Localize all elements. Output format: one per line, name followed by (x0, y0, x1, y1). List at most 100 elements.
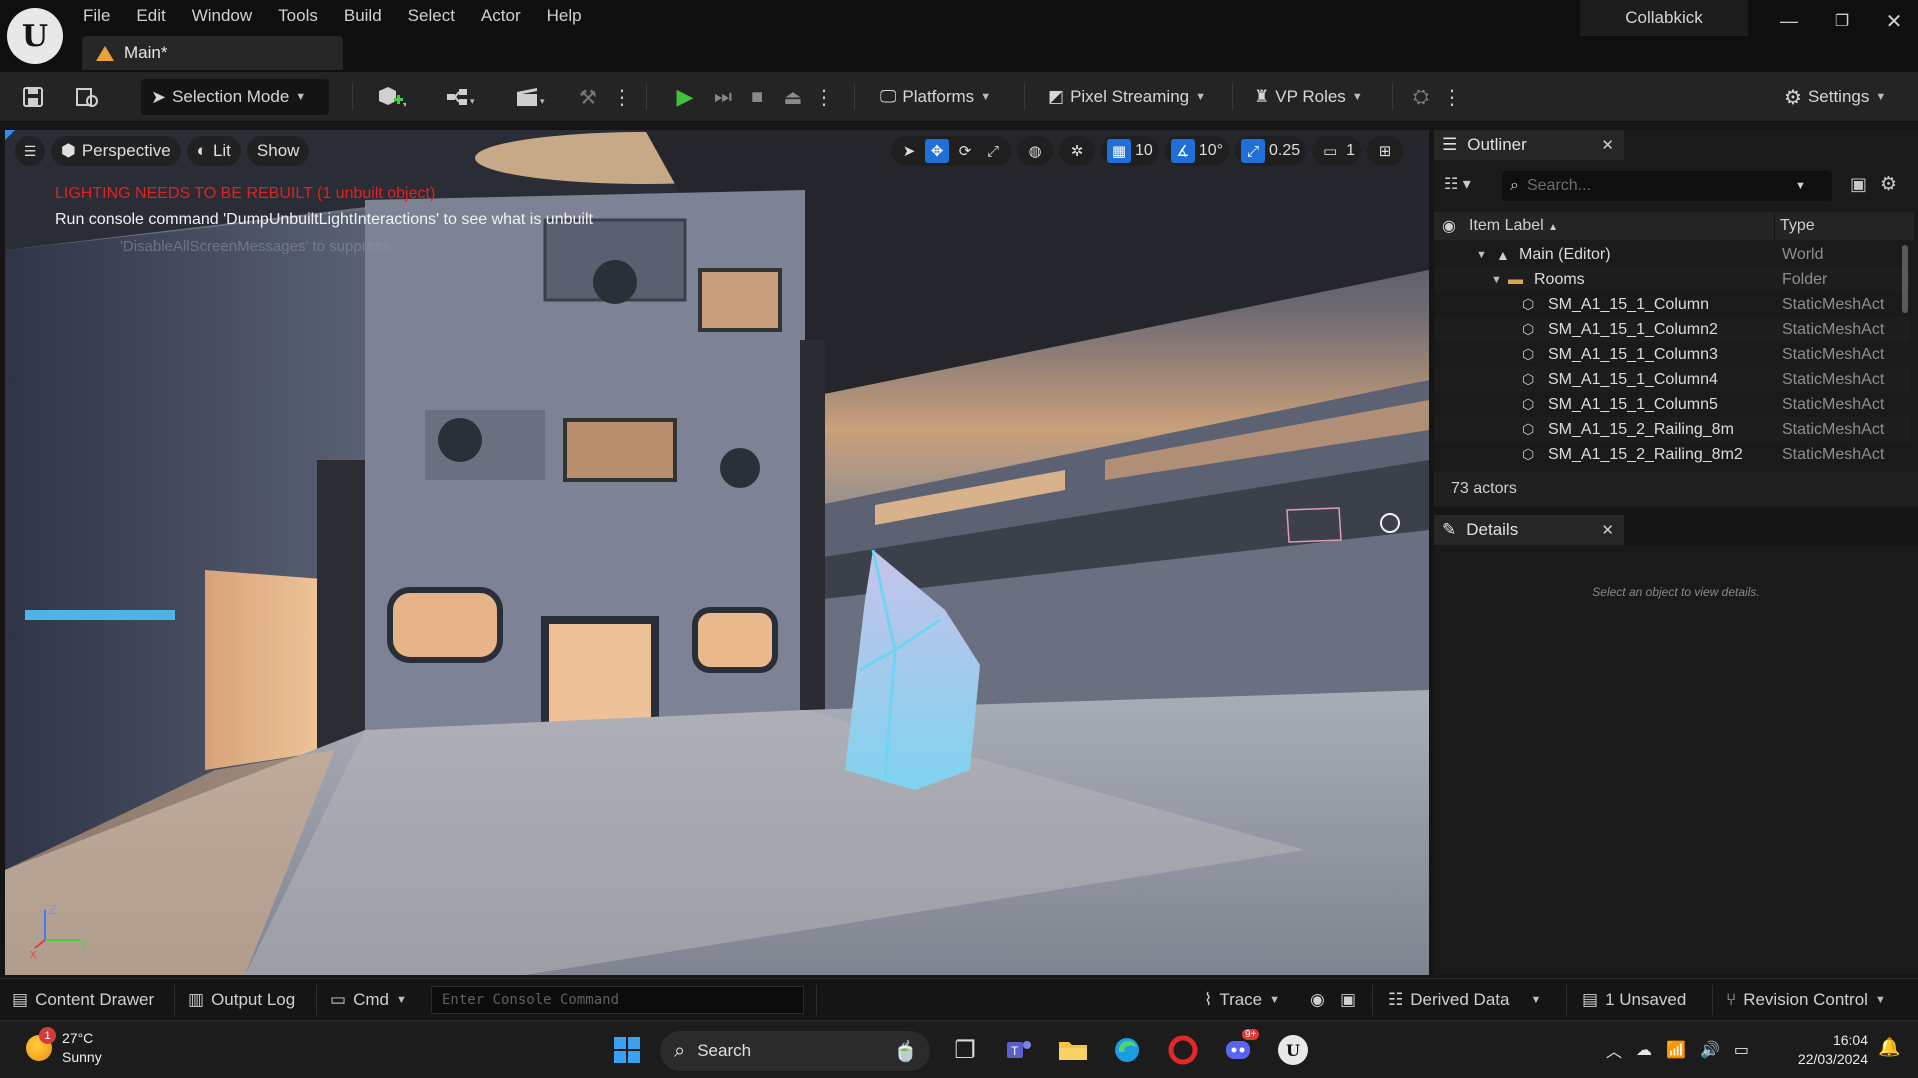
advance-frame-icon[interactable]: ⏭ (708, 82, 738, 112)
outliner-search[interactable]: ⌕ ▼ (1502, 171, 1832, 201)
menu-build[interactable]: Build (331, 4, 395, 28)
record-icon[interactable]: ◉ (1310, 979, 1325, 1021)
unsaved-button[interactable]: ▤ 1 Unsaved (1582, 979, 1686, 1021)
task-view-icon[interactable]: ❐ (946, 1031, 984, 1069)
settings-button[interactable]: ⚙ Settings ▼ (1776, 80, 1894, 114)
rotate-tool-icon[interactable]: ⟳ (953, 139, 977, 163)
cmd-dropdown[interactable]: ▭ Cmd ▼ (330, 979, 407, 1021)
camera-speed-button[interactable]: ▭ 1 (1312, 136, 1362, 166)
filter-icon[interactable]: ☷ ▾ (1444, 174, 1471, 194)
details-tab[interactable]: ✎ Details ✕ (1434, 515, 1624, 545)
table-row[interactable]: ⬡ SM_A1_15_1_Column3 StaticMeshAct (1434, 342, 1910, 367)
teams-icon[interactable]: T (1000, 1031, 1038, 1069)
add-folder-icon[interactable]: ▣ (1850, 174, 1867, 195)
menu-edit[interactable]: Edit (123, 4, 178, 28)
level-viewport[interactable]: ☰ ⬢ Perspective ◐ Lit Show ➤ ✥ ⟳ ⤢ ◍ ✲ ▦… (5, 130, 1429, 975)
vp-roles-button[interactable]: ♜ VP Roles ▼ (1246, 80, 1371, 114)
viewport-layout-button[interactable]: ⊞ (1367, 136, 1404, 166)
notification-bell-icon[interactable]: 🔔 (1878, 1037, 1900, 1058)
table-row[interactable]: ⬡ SM_A1_15_2_Railing_8m StaticMeshAct (1434, 417, 1910, 442)
viewport-menu-icon[interactable]: ☰ (15, 136, 45, 166)
battery-icon[interactable]: ▭ (1734, 1040, 1749, 1060)
wifi-icon[interactable]: 📶 (1666, 1040, 1686, 1060)
table-row[interactable]: ⬡ SM_A1_15_2_Railing_8m2 StaticMeshAct (1434, 442, 1910, 467)
taskbar-search[interactable]: ⌕ Search 🍵 (660, 1031, 930, 1071)
surface-snap-button[interactable]: ✲ (1059, 136, 1095, 166)
close-icon[interactable]: ✕ (1601, 136, 1614, 154)
menu-tools[interactable]: Tools (265, 4, 331, 28)
chevron-down-icon[interactable]: ▼ (1795, 180, 1806, 192)
console-command-input[interactable] (431, 986, 804, 1014)
coordinate-system-button[interactable]: ◍ (1017, 136, 1053, 166)
close-icon[interactable]: ✕ (1601, 521, 1614, 539)
play-icon[interactable]: ▶ (670, 82, 700, 112)
type-column[interactable]: Type (1780, 217, 1815, 235)
content-drawer-button[interactable]: ▤ Content Drawer (12, 979, 154, 1021)
multi-user-icon[interactable]: ⛭ (1406, 82, 1436, 112)
show-button[interactable]: Show (246, 136, 310, 166)
menu-help[interactable]: Help (534, 4, 595, 28)
menu-actor[interactable]: Actor (468, 4, 534, 28)
outliner-row-world[interactable]: ▼ ▲ Main (Editor) World (1434, 242, 1910, 267)
table-row[interactable]: ⬡ SM_A1_15_1_Column5 StaticMeshAct (1434, 392, 1910, 417)
table-row[interactable]: ⬡ SM_A1_15_1_Column2 StaticMeshAct (1434, 317, 1910, 342)
pixel-streaming-button[interactable]: ◩ Pixel Streaming ▼ (1040, 80, 1214, 114)
eject-icon[interactable]: ⏏ (778, 82, 808, 112)
more-options-icon[interactable]: ⋮ (1442, 82, 1462, 112)
outliner-tab[interactable]: ☰ Outliner ✕ (1434, 130, 1624, 160)
item-label-column[interactable]: Item Label ▲ (1469, 217, 1558, 235)
menu-select[interactable]: Select (395, 4, 468, 28)
modeling-tools-icon[interactable]: ⚒ (573, 82, 603, 112)
unreal-editor-taskbar-icon[interactable]: U (1274, 1031, 1312, 1069)
rotation-snap-button[interactable]: ∡ 10° (1164, 136, 1229, 166)
scale-tool-icon[interactable]: ⤢ (981, 139, 1005, 163)
selection-mode-button[interactable]: ➤ Selection Mode ▼ (141, 79, 329, 115)
viewport-scene[interactable] (5, 130, 1429, 975)
output-log-button[interactable]: ▥ Output Log (188, 979, 295, 1021)
close-icon[interactable]: ✕ (1874, 6, 1914, 36)
weather-widget[interactable]: 1 27°C Sunny (26, 1027, 102, 1067)
level-document-tab[interactable]: Main* (82, 36, 343, 70)
source-control-icon[interactable] (72, 82, 102, 112)
save-icon[interactable] (18, 82, 48, 112)
minimize-icon[interactable]: — (1769, 6, 1809, 36)
translate-tool-icon[interactable]: ✥ (925, 139, 949, 163)
menu-file[interactable]: File (70, 4, 123, 28)
chevron-up-icon[interactable]: ︿ (1606, 1038, 1622, 1062)
blueprint-icon[interactable]: ▾ (438, 82, 484, 112)
volume-icon[interactable]: 🔊 (1700, 1040, 1720, 1060)
trace-button[interactable]: ⌇ Trace ▼ (1204, 979, 1280, 1021)
grid-snap-button[interactable]: ▦ 10 (1101, 136, 1159, 166)
table-row[interactable]: ⬡ SM_A1_15_1_Column StaticMeshAct (1434, 292, 1910, 317)
windows-start-icon[interactable] (608, 1031, 646, 1069)
search-input[interactable] (1526, 177, 1787, 195)
select-tool-icon[interactable]: ➤ (897, 139, 921, 163)
outliner-row-folder[interactable]: ▼ ▬ Rooms Folder (1434, 267, 1910, 292)
discord-icon[interactable]: 9+ (1220, 1029, 1260, 1069)
outliner-scrollbar[interactable] (1902, 245, 1908, 313)
revision-control-button[interactable]: ⑂ Revision Control ▼ (1726, 979, 1886, 1021)
more-options-icon[interactable]: ⋮ (612, 82, 632, 112)
stop-icon[interactable]: ■ (742, 82, 772, 112)
menu-window[interactable]: Window (179, 4, 265, 28)
lit-button[interactable]: ◐ Lit (186, 136, 241, 166)
unreal-logo-icon[interactable]: U (7, 8, 63, 64)
opera-icon[interactable] (1164, 1031, 1202, 1069)
restore-icon[interactable]: ❐ (1822, 6, 1862, 36)
collapse-arrow-icon[interactable]: ▼ (1476, 249, 1487, 261)
screenshot-icon[interactable]: ▣ (1340, 979, 1356, 1021)
derived-data-button[interactable]: ☷ Derived Data ▼ (1388, 979, 1541, 1021)
scale-snap-button[interactable]: ⤢ 0.25 (1235, 136, 1307, 166)
clock[interactable]: 16:04 22/03/2024 (1786, 1031, 1868, 1069)
play-options-icon[interactable]: ⋮ (814, 82, 834, 112)
cinematics-icon[interactable]: ▾ (508, 82, 554, 112)
table-row[interactable]: ⬡ SM_A1_15_1_Column4 StaticMeshAct (1434, 367, 1910, 392)
perspective-button[interactable]: ⬢ Perspective (51, 136, 181, 166)
add-actor-icon[interactable]: ▾ (368, 82, 414, 112)
platforms-button[interactable]: 🖵 Platforms ▼ (872, 80, 999, 114)
onedrive-icon[interactable]: ☁ (1636, 1040, 1652, 1060)
edge-icon[interactable] (1108, 1031, 1146, 1069)
file-explorer-icon[interactable] (1054, 1031, 1092, 1069)
collapse-arrow-icon[interactable]: ▼ (1491, 274, 1502, 286)
visibility-icon[interactable]: ◉ (1442, 216, 1456, 236)
